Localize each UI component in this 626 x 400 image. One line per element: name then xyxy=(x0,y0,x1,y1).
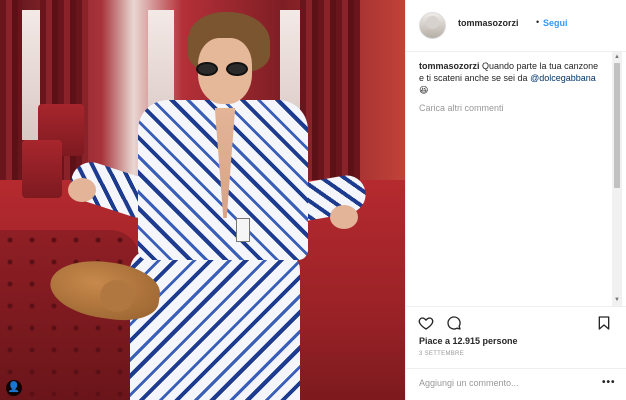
header-separator: • xyxy=(536,17,540,27)
person-hand xyxy=(68,178,96,202)
post-actions xyxy=(406,306,626,336)
bookmark-icon[interactable] xyxy=(596,315,612,331)
post-username[interactable]: tommasozorzi xyxy=(458,18,519,28)
scroll-down-arrow-icon[interactable]: ▼ xyxy=(613,296,621,304)
person-sunglasses xyxy=(196,62,256,76)
dog-head xyxy=(100,280,134,312)
scroll-up-arrow-icon[interactable]: ▲ xyxy=(613,53,621,61)
likes-count[interactable]: Piace a 12.915 persone xyxy=(419,336,518,346)
add-comment-bar: ••• xyxy=(406,368,626,400)
user-tag-icon[interactable]: 👤 xyxy=(6,380,22,396)
avatar[interactable] xyxy=(419,12,446,39)
post-side-panel: tommasozorzi • Segui tommasozorzi Quando… xyxy=(405,0,626,400)
caption-username[interactable]: tommasozorzi xyxy=(419,61,480,71)
person-legs xyxy=(130,250,300,400)
person-badge xyxy=(236,218,250,242)
caption-mention[interactable]: @dolcegabbana xyxy=(530,73,596,83)
post-header: tommasozorzi • Segui xyxy=(406,0,626,52)
follow-button[interactable]: Segui xyxy=(543,18,568,28)
scrollbar-thumb[interactable] xyxy=(614,63,620,188)
post-caption: tommasozorzi Quando parte la tua canzone… xyxy=(419,60,604,96)
post-date[interactable]: 3 SETTEMBRE xyxy=(419,351,464,357)
post-photo[interactable]: 👤 xyxy=(0,0,405,400)
load-more-comments-button[interactable]: Carica altri commenti xyxy=(419,103,504,113)
photo-stool xyxy=(22,140,62,198)
caption-emoji: 😆 xyxy=(419,85,429,95)
comments-section: tommasozorzi Quando parte la tua canzone… xyxy=(406,52,626,296)
comment-bubble-icon[interactable] xyxy=(446,315,462,331)
person-hand xyxy=(330,205,358,229)
more-options-button[interactable]: ••• xyxy=(602,377,616,388)
heart-icon[interactable] xyxy=(418,315,434,331)
add-comment-input[interactable] xyxy=(419,378,589,388)
